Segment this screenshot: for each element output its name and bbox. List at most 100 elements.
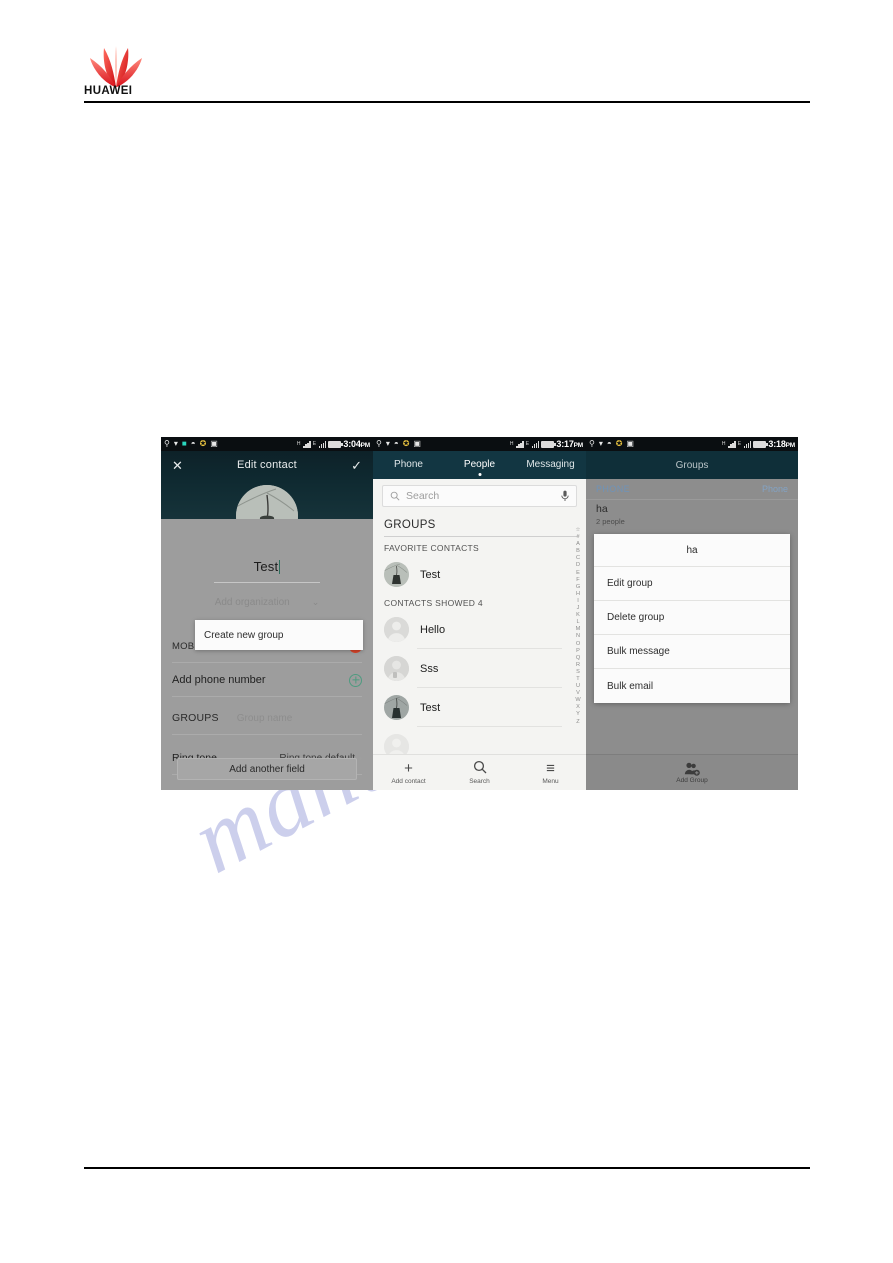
contact-name-field[interactable]: Test bbox=[207, 558, 327, 583]
menu-item-bulk-message[interactable]: Bulk message bbox=[594, 635, 790, 669]
tab-people[interactable]: People bbox=[444, 451, 515, 479]
alphabet-index[interactable]: ☆ # A B C D E F G H I J K L M N O P Q R … bbox=[572, 527, 584, 726]
index-letter[interactable]: O bbox=[576, 641, 580, 648]
signal-bars-icon-1 bbox=[516, 440, 524, 448]
organization-field[interactable]: Add organization ⌄ bbox=[161, 597, 373, 608]
index-letter[interactable]: N bbox=[576, 633, 580, 640]
battery-icon bbox=[328, 440, 343, 448]
index-letter[interactable]: U bbox=[576, 683, 580, 690]
index-letter[interactable]: B bbox=[576, 548, 580, 555]
menu-item-edit-group[interactable]: Edit group bbox=[594, 567, 790, 601]
list-item[interactable]: Sss bbox=[373, 649, 568, 688]
list-item[interactable]: Test bbox=[373, 555, 568, 594]
contact-name: Test bbox=[420, 568, 441, 581]
add-group-icon bbox=[684, 762, 700, 776]
index-letter[interactable]: X bbox=[576, 704, 580, 711]
search-icon bbox=[444, 760, 515, 777]
index-letter[interactable]: H bbox=[576, 591, 580, 598]
sim-toolkit-icon: ■ bbox=[181, 439, 187, 448]
group-list-item[interactable]: ha 2 people bbox=[596, 503, 625, 527]
document-header: HUAWEI bbox=[0, 0, 893, 110]
groups-entry-label: GROUPS bbox=[384, 519, 436, 531]
plus-icon: + bbox=[404, 760, 413, 777]
screenshot-groups: ⚲ ▾ ◓ ✪ ▣ H E 3:18PM Groups PHONE Phone … bbox=[586, 437, 798, 790]
edge-label: E bbox=[737, 440, 742, 447]
index-letter[interactable]: Q bbox=[576, 655, 580, 662]
menu-item-label: Bulk email bbox=[607, 680, 654, 692]
index-letter[interactable]: ☆ bbox=[575, 527, 580, 534]
index-letter[interactable]: J bbox=[577, 605, 580, 612]
index-letter[interactable]: G bbox=[576, 584, 580, 591]
groups-row[interactable]: GROUPS Group name bbox=[161, 701, 373, 735]
add-another-field-label: Add another field bbox=[229, 763, 305, 775]
avatar bbox=[384, 695, 409, 720]
nav-label: Menu bbox=[542, 778, 559, 785]
nav-label: Add contact bbox=[391, 778, 426, 785]
organization-placeholder: Add organization bbox=[214, 597, 290, 608]
add-field-icon[interactable] bbox=[349, 673, 362, 687]
avatar-placeholder-icon bbox=[384, 656, 409, 681]
search-icon bbox=[390, 491, 400, 501]
status-time: 3:04PM bbox=[343, 439, 370, 449]
contact-name-value: Test bbox=[253, 559, 279, 574]
list-item[interactable]: Hello bbox=[373, 610, 568, 649]
battery-saver-icon: ▣ bbox=[626, 439, 634, 448]
list-item[interactable]: Test bbox=[373, 688, 568, 727]
edit-contact-header: ✕ Edit contact ✓ bbox=[161, 451, 373, 547]
tab-phone[interactable]: Phone bbox=[373, 451, 444, 479]
add-phone-number-row[interactable]: Add phone number bbox=[161, 663, 373, 697]
hspa-label: H bbox=[721, 440, 726, 447]
index-letter[interactable]: # bbox=[576, 534, 579, 541]
index-letter[interactable]: A bbox=[576, 541, 580, 548]
create-new-group-popup[interactable]: Create new group bbox=[195, 620, 363, 650]
groups-entry[interactable]: GROUPS bbox=[384, 515, 577, 537]
add-another-field-button[interactable]: Add another field bbox=[177, 758, 357, 780]
index-letter[interactable]: W bbox=[575, 697, 580, 704]
index-letter[interactable]: Y bbox=[576, 711, 580, 718]
search-placeholder: Search bbox=[406, 490, 440, 502]
wifi-icon: ▾ bbox=[598, 439, 603, 448]
nav-label: Search bbox=[469, 778, 490, 785]
chevron-down-icon: ⌄ bbox=[311, 597, 320, 607]
field-underline bbox=[214, 582, 320, 583]
index-letter[interactable]: I bbox=[577, 598, 579, 605]
edit-contact-form: Test Add organization ⌄ MOBI Add phone n… bbox=[161, 519, 373, 790]
row-divider bbox=[172, 734, 362, 735]
index-letter[interactable]: E bbox=[576, 570, 580, 577]
mail-icon: ✪ bbox=[615, 439, 623, 448]
tab-messaging[interactable]: Messaging bbox=[515, 451, 586, 479]
confirm-icon[interactable]: ✓ bbox=[351, 459, 362, 472]
index-letter[interactable]: Z bbox=[576, 719, 579, 726]
battery-saver-icon: ▣ bbox=[210, 439, 218, 448]
microphone-icon[interactable] bbox=[561, 490, 569, 502]
mail-icon: ✪ bbox=[402, 439, 410, 448]
nav-add-contact[interactable]: + Add contact bbox=[373, 760, 444, 785]
signal-bars-icon-2 bbox=[743, 440, 752, 448]
menu-item-bulk-email[interactable]: Bulk email bbox=[594, 669, 790, 703]
status-bar: ⚲ ▾ ◓ ✪ ▣ H E 3:18PM bbox=[586, 437, 798, 451]
search-input[interactable]: Search bbox=[382, 485, 577, 507]
index-letter[interactable]: M bbox=[576, 626, 581, 633]
signal-bars-icon-1 bbox=[303, 440, 311, 448]
index-letter[interactable]: V bbox=[576, 690, 580, 697]
nav-search[interactable]: Search bbox=[444, 760, 515, 785]
index-letter[interactable]: R bbox=[576, 662, 580, 669]
index-letter[interactable]: T bbox=[576, 676, 579, 683]
nav-menu[interactable]: ≡ Menu bbox=[515, 760, 586, 785]
add-group-button[interactable]: Add Group bbox=[586, 754, 798, 790]
index-letter[interactable]: D bbox=[576, 562, 580, 569]
index-letter[interactable]: F bbox=[576, 577, 579, 584]
signal-bars-icon-1 bbox=[728, 440, 736, 448]
close-icon[interactable]: ✕ bbox=[172, 459, 183, 472]
screenshot-people: ⚲ ▾ ◓ ✪ ▣ H E 3:17PM Phone People Messag… bbox=[373, 437, 586, 790]
menu-item-delete-group[interactable]: Delete group bbox=[594, 601, 790, 635]
index-letter[interactable]: L bbox=[576, 619, 579, 626]
index-letter[interactable]: C bbox=[576, 555, 580, 562]
index-letter[interactable]: K bbox=[576, 612, 580, 619]
status-bar: ⚲ ▾ ◓ ✪ ▣ H E 3:17PM bbox=[373, 437, 586, 451]
avatar-photo bbox=[384, 562, 409, 587]
index-letter[interactable]: P bbox=[576, 648, 580, 655]
section-label-left: PHONE bbox=[596, 484, 631, 494]
avatar bbox=[384, 617, 409, 642]
index-letter[interactable]: S bbox=[576, 669, 580, 676]
